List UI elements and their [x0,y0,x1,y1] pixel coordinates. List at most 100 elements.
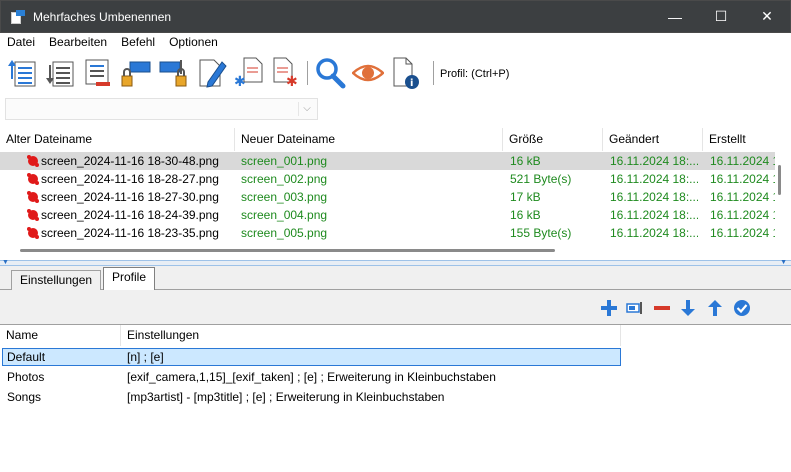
filter-bar: ⌵ [0,95,791,128]
title-bar: Mehrfaches Umbenennen — ☐ ✕ [0,0,791,33]
file-size: 521 Byte(s) [510,172,572,186]
svg-text:✱: ✱ [286,74,298,90]
add-profile-button[interactable] [598,298,620,318]
file-size: 155 Byte(s) [510,226,572,240]
lock-rename-blue-icon[interactable] [158,56,190,90]
close-button[interactable]: ✕ [744,1,790,32]
new-filename: screen_005.png [241,226,328,240]
file-created: 16.11.2024 1 [710,154,775,168]
delete-profile-button[interactable] [651,298,673,318]
profile-settings: [n] ; [e] [127,350,164,364]
move-up-list-icon[interactable] [6,56,38,90]
move-profile-up-button[interactable] [704,298,726,318]
lock-rename-icon[interactable] [120,56,152,90]
window-title: Mehrfaches Umbenennen [33,9,172,24]
new-filename: screen_004.png [241,208,328,222]
plus-icon [601,300,617,316]
file-size: 16 kB [510,154,541,168]
file-info-icon[interactable]: i [390,56,422,90]
profile-label[interactable]: Profil: (Ctrl+P) [440,68,509,80]
image-file-icon [27,155,39,167]
chevron-down-icon[interactable]: ⌵ [301,103,313,115]
horizontal-scrollbar[interactable] [20,249,555,252]
file-size: 16 kB [510,208,541,222]
list-item[interactable]: Songs [mp3artist] - [mp3title] ; [e] ; E… [0,388,791,406]
menu-bar: Datei Bearbeiten Befehl Optionen [0,33,791,51]
profile-name: Default [7,350,46,364]
file-modified: 16.11.2024 18:... [610,154,698,168]
menu-optionen[interactable]: Optionen [162,35,225,49]
new-filename: screen_003.png [241,190,328,204]
minus-icon [654,306,670,310]
table-row[interactable]: screen_2024-11-16 18-23-35.png screen_00… [0,224,775,240]
file-created: 16.11.2024 1 [710,208,775,222]
profile-list: Name Einstellungen Default [n] ; [e] Pho… [0,324,791,472]
file-created: 16.11.2024 1 [710,190,775,204]
remove-list-icon[interactable] [82,56,114,90]
collapse-left-icon[interactable]: ▼ [2,259,9,266]
column-settings[interactable]: Einstellungen [121,325,621,346]
table-row[interactable]: screen_2024-11-16 18-28-27.png screen_00… [0,170,775,188]
old-filename: screen_2024-11-16 18-23-35.png [41,226,219,240]
check-circle-icon [734,300,750,316]
move-profile-down-button[interactable] [677,298,699,318]
column-name[interactable]: Name [0,325,121,346]
menu-bearbeiten[interactable]: Bearbeiten [42,35,114,49]
profile-settings: [mp3artist] - [mp3title] ; [e] ; Erweite… [127,390,445,404]
profile-name: Photos [7,370,45,384]
old-filename: screen_2024-11-16 18-28-27.png [41,172,219,186]
column-modified[interactable]: Geändert [603,128,703,151]
file-created: 16.11.2024 1 [710,226,775,240]
new-files-icon[interactable]: ✱ [232,56,264,90]
rename-icon [626,302,642,314]
image-file-icon [27,191,39,203]
table-row[interactable]: screen_2024-11-16 18-30-48.png screen_00… [0,152,775,170]
file-modified: 16.11.2024 18:... [610,208,698,222]
svg-text:i: i [410,78,413,89]
new-files-red-icon[interactable]: ✱ [270,56,302,90]
svg-text:✱: ✱ [234,74,246,90]
file-size: 17 kB [510,190,541,204]
tab-profile[interactable]: Profile [103,267,156,291]
edit-file-icon[interactable] [196,56,228,90]
list-item[interactable]: Photos [exif_camera,1,15]_[exif_taken] ;… [0,368,791,386]
table-row[interactable]: screen_2024-11-16 18-27-30.png screen_00… [0,188,775,206]
toolbar: ✱ ✱ i Profil: (Ctrl+P) [0,51,791,95]
file-created: 16.11.2024 1 [710,172,775,186]
profile-name: Songs [7,390,42,404]
filter-combobox[interactable]: ⌵ [5,98,318,120]
column-new-name[interactable]: Neuer Dateiname [235,128,503,151]
menu-datei[interactable]: Datei [0,35,42,49]
apply-profile-button[interactable] [731,298,753,318]
tab-bar: Einstellungen Profile [0,266,791,291]
arrow-down-icon [681,300,695,316]
column-old-name[interactable]: Alter Dateiname [0,128,235,151]
vertical-scrollbar[interactable] [776,151,784,256]
column-size[interactable]: Größe [503,128,603,151]
image-file-icon [27,227,39,239]
collapse-right-icon[interactable]: ▼ [780,259,787,266]
move-down-list-icon[interactable] [44,56,76,90]
menu-befehl[interactable]: Befehl [114,35,162,49]
new-filename: screen_001.png [241,154,328,168]
image-file-icon [27,209,39,221]
new-filename: screen_002.png [241,172,328,186]
old-filename: screen_2024-11-16 18-30-48.png [41,154,219,168]
preview-eye-icon[interactable] [351,56,385,90]
old-filename: screen_2024-11-16 18-27-30.png [41,190,219,204]
file-modified: 16.11.2024 18:... [610,226,698,240]
file-modified: 16.11.2024 18:... [610,190,698,204]
search-icon[interactable] [314,56,346,90]
arrow-up-icon [708,300,722,316]
maximize-button[interactable]: ☐ [698,1,744,32]
tab-einstellungen[interactable]: Einstellungen [11,270,102,290]
profile-panel: Name Einstellungen Default [n] ; [e] Pho… [0,290,791,472]
file-list: Alter Dateiname Neuer Dateiname Größe Ge… [0,128,791,260]
table-row[interactable]: screen_2024-11-16 18-24-39.png screen_00… [0,206,775,224]
minimize-button[interactable]: — [652,1,698,32]
column-created[interactable]: Erstellt [703,128,775,151]
rename-profile-button[interactable] [624,298,646,318]
old-filename: screen_2024-11-16 18-24-39.png [41,208,219,222]
list-item[interactable]: Default [n] ; [e] [0,348,791,366]
app-icon [10,9,26,25]
